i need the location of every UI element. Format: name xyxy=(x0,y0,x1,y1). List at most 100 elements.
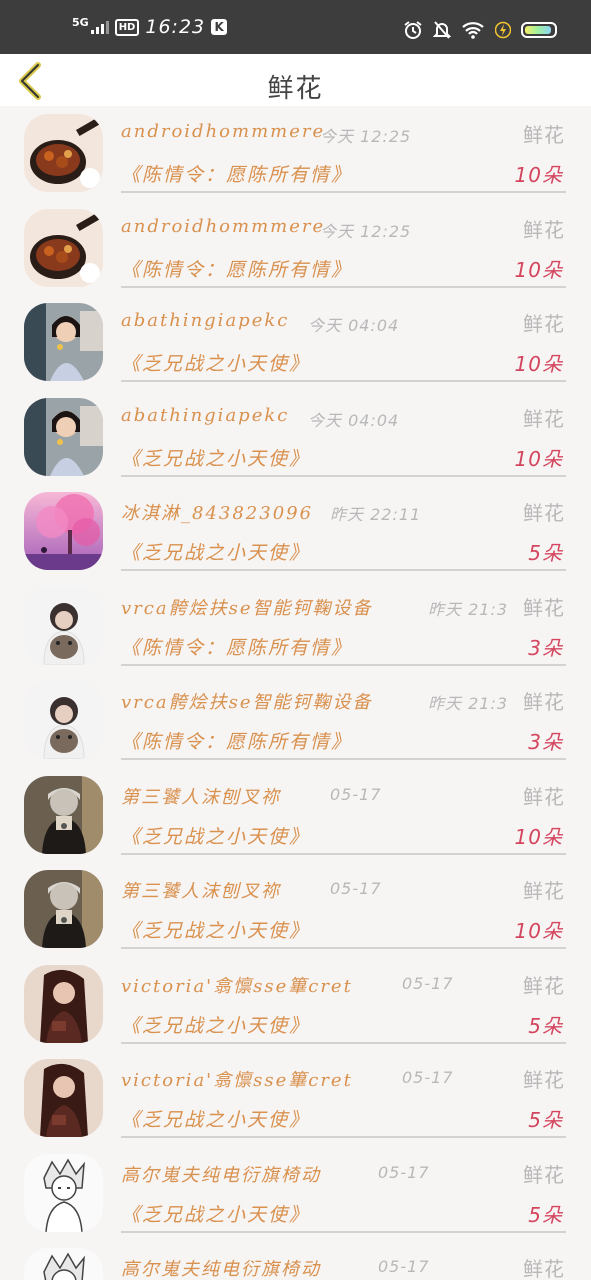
show-title[interactable]: 《乏兄战之小天使》 xyxy=(121,444,310,471)
show-title[interactable]: 《乏兄战之小天使》 xyxy=(121,1011,310,1038)
avatar[interactable] xyxy=(24,492,103,570)
app-header: 鲜花 xyxy=(0,54,591,106)
status-clock: 16:23 xyxy=(145,16,206,38)
timestamp: 05-17 xyxy=(402,973,454,993)
avatar[interactable] xyxy=(24,586,103,665)
timestamp: 今天 04:04 xyxy=(308,316,400,335)
gift-record-row[interactable]: 高尔嵬夫纯电衍旗椅动 05-17 鲜花 《乏兄战之小天使》 5朵 xyxy=(0,1146,591,1241)
battery-icon xyxy=(521,22,557,38)
sender-name[interactable]: vrca骻烩扶se智能钶鞠设备 xyxy=(121,594,372,620)
sender-name[interactable]: victoria'翕懔sse篳cret xyxy=(121,1066,353,1092)
timestamp: 昨天 21:3 xyxy=(428,599,509,619)
wifi-icon xyxy=(462,22,484,39)
gift-list: androidhommmere 今天 12:25 鲜花 《陈情令：愿陈所有情》 10朵 a… xyxy=(0,106,591,1280)
avatar[interactable] xyxy=(24,1153,103,1232)
sender-name[interactable]: 冰淇淋_843823096 xyxy=(121,499,313,525)
timestamp: 昨天 22:11 xyxy=(330,505,422,524)
signal-icon xyxy=(90,20,109,34)
gift-record-row[interactable]: 高尔嵬夫纯电衍旗椅动 05-17 鲜花 xyxy=(0,1240,591,1280)
show-title[interactable]: 《乏兄战之小天使》 xyxy=(121,349,310,376)
divider xyxy=(121,191,566,193)
sender-name[interactable]: abathingiapekc xyxy=(121,310,289,331)
gift-type: 鲜花 xyxy=(523,217,565,242)
show-title[interactable]: 《陈情令：愿陈所有情》 xyxy=(121,255,352,282)
show-title[interactable]: 《陈情令：愿陈所有情》 xyxy=(121,633,352,660)
avatar[interactable] xyxy=(24,870,103,948)
show-title[interactable]: 《陈情令：愿陈所有情》 xyxy=(121,160,352,187)
mute-bell-icon xyxy=(433,21,451,39)
gift-count: 5朵 xyxy=(528,1013,563,1038)
divider xyxy=(121,1230,566,1233)
gift-count: 10朵 xyxy=(514,352,563,376)
charging-icon xyxy=(495,21,511,39)
avatar[interactable] xyxy=(24,681,103,759)
divider xyxy=(121,852,566,855)
timestamp: 05-17 xyxy=(330,784,382,804)
sender-name[interactable]: androidhommmere xyxy=(121,121,325,142)
show-title[interactable]: 《乏兄战之小天使》 xyxy=(121,916,310,943)
gift-record-row[interactable]: vrca骻烩扶se智能钶鞠设备 昨天 21:3 鲜花 《陈情令：愿陈所有情》 3朵 xyxy=(0,673,591,768)
k-badge: K xyxy=(211,19,228,35)
divider xyxy=(121,474,566,477)
sender-name[interactable]: 第三饕人沫刨叉祢 xyxy=(121,783,281,809)
avatar[interactable] xyxy=(24,397,103,476)
gift-type: 鲜花 xyxy=(523,879,565,903)
gift-type: 鲜花 xyxy=(523,406,565,431)
show-title[interactable]: 《乏兄战之小天使》 xyxy=(121,538,310,565)
avatar[interactable] xyxy=(24,1059,103,1137)
gift-type: 鲜花 xyxy=(523,501,565,525)
gift-type: 鲜花 xyxy=(523,690,565,714)
sender-name[interactable]: 高尔嵬夫纯电衍旗椅动 xyxy=(121,1255,321,1280)
gift-record-row[interactable]: androidhommmere 今天 12:25 鲜花《陈情令：愿陈所有情》 10朵 xyxy=(0,201,591,296)
status-left: 5G HD 16:23 K xyxy=(72,14,228,40)
gift-type: 鲜花 xyxy=(523,1068,565,1092)
show-title[interactable]: 《乏兄战之小天使》 xyxy=(121,1200,310,1227)
show-title[interactable]: 《乏兄战之小天使》 xyxy=(121,1105,310,1132)
timestamp: 今天 12:25 xyxy=(320,127,412,146)
divider xyxy=(121,758,566,760)
gift-record-row[interactable]: 第三饕人沫刨叉祢 05-17 鲜花《乏兄战之小天使》 10朵 xyxy=(0,768,591,863)
gift-record-row[interactable]: androidhommmere 今天 12:25 鲜花 《陈情令：愿陈所有情》 10朵 xyxy=(0,106,591,201)
sender-name[interactable]: vrca骻烩扶se智能钶鞠设备 xyxy=(121,688,372,714)
gift-count: 5朵 xyxy=(528,1108,563,1132)
avatar[interactable] xyxy=(24,303,103,381)
show-title[interactable]: 《乏兄战之小天使》 xyxy=(121,822,310,849)
avatar[interactable] xyxy=(24,775,103,854)
gift-type: 鲜花 xyxy=(523,595,565,620)
timestamp: 昨天 21:3 xyxy=(428,694,509,713)
gift-count: 10朵 xyxy=(514,257,563,282)
gift-record-row[interactable]: victoria'翕懔sse篳cret 05-17 鲜花《乏兄战之小天使》 5朵 xyxy=(0,957,591,1052)
alarm-icon xyxy=(404,21,422,39)
gift-type: 鲜花 xyxy=(523,1162,565,1187)
divider xyxy=(121,1136,566,1138)
gift-count: 10朵 xyxy=(514,919,563,943)
avatar[interactable] xyxy=(24,114,103,192)
gift-type: 鲜花 xyxy=(523,784,565,809)
sender-name[interactable]: 第三饕人沫刨叉祢 xyxy=(121,877,281,903)
sender-name[interactable]: androidhommmere xyxy=(121,216,325,237)
gift-record-row[interactable]: victoria'翕懔sse篳cret 05-17 鲜花《乏兄战之小天使》 5朵 xyxy=(0,1051,591,1146)
sender-name[interactable]: abathingiapekc xyxy=(121,405,289,426)
gift-type: 鲜花 xyxy=(523,973,565,998)
gift-record-row[interactable]: abathingiapekc 今天 04:04 鲜花 《乏兄战之小天使》 10朵 xyxy=(0,295,591,390)
timestamp: 05-17 xyxy=(402,1068,454,1087)
gift-count: 10朵 xyxy=(514,824,563,849)
avatar[interactable] xyxy=(24,208,103,287)
timestamp: 今天 12:25 xyxy=(320,221,412,241)
divider xyxy=(121,380,566,382)
gift-record-row[interactable]: vrca骻烩扶se智能钶鞠设备 昨天 21:3 鲜花 《陈情令：愿陈所有情》 3朵 xyxy=(0,579,591,674)
timestamp: 05-17 xyxy=(378,1257,430,1276)
gift-type: 鲜花 xyxy=(523,123,565,147)
gift-record-row[interactable]: 第三饕人沫刨叉祢 05-17 鲜花 《乏兄战之小天使》 10朵 xyxy=(0,862,591,957)
gift-count: 10朵 xyxy=(514,446,563,471)
status-right xyxy=(403,20,557,40)
avatar[interactable] xyxy=(24,964,103,1043)
avatar[interactable] xyxy=(24,1248,103,1280)
divider xyxy=(121,569,566,571)
gift-record-row[interactable]: abathingiapekc 今天 04:04 鲜花 《乏兄战之小天使》 10朵 xyxy=(0,390,591,485)
show-title[interactable]: 《陈情令：愿陈所有情》 xyxy=(121,727,352,754)
sender-name[interactable]: 高尔嵬夫纯电衍旗椅动 xyxy=(121,1161,321,1187)
sender-name[interactable]: victoria'翕懔sse篳cret xyxy=(121,972,353,998)
divider xyxy=(121,285,566,288)
gift-record-row[interactable]: 冰淇淋_843823096 昨天 22:11 鲜花 《乏兄战之小天使》 5朵 xyxy=(0,484,591,579)
